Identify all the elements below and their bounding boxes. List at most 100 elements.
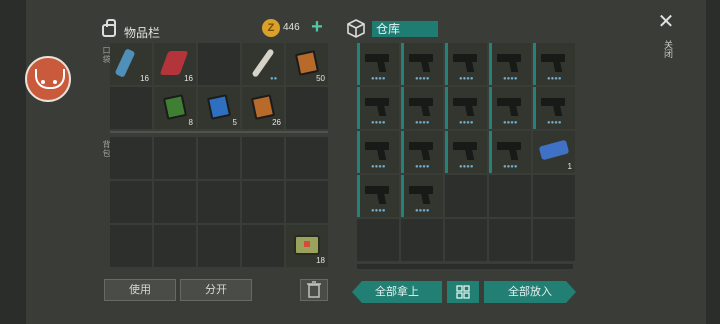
pistol-icon <box>453 96 479 118</box>
backpack-slot[interactable] <box>286 137 328 179</box>
pistol-icon <box>365 140 391 162</box>
backpack-slot[interactable] <box>242 225 284 267</box>
quality-dots: ●●●● <box>415 120 430 126</box>
warehouse-slot[interactable]: ●●●● <box>489 43 531 85</box>
pocket-slot[interactable]: 5 <box>198 87 240 129</box>
add-coins-button[interactable]: + <box>308 17 326 37</box>
warehouse-slot[interactable] <box>445 175 487 217</box>
backpack-slot[interactable] <box>154 225 196 267</box>
notebook-orange-icon <box>294 50 320 76</box>
pocket-slot[interactable]: ●● <box>242 43 284 85</box>
warehouse-slot[interactable]: ●●●● <box>533 43 575 85</box>
pistol-icon <box>497 140 523 162</box>
water-bottle-icon <box>114 48 136 78</box>
warehouse-scroll-area[interactable] <box>357 264 573 269</box>
take-all-button[interactable]: 全部拿上 <box>352 281 442 303</box>
quality-dots: ●●●● <box>459 164 474 170</box>
item-quantity: 16 <box>140 74 149 83</box>
pocket-slot[interactable] <box>286 87 328 129</box>
backpack-slot[interactable]: 18 <box>286 225 328 267</box>
durability-bar <box>489 43 492 85</box>
pistol-icon <box>453 52 479 74</box>
pistol-icon <box>541 52 567 74</box>
quality-dots: ●●●● <box>371 120 386 126</box>
close-label[interactable]: 关闭 <box>662 40 675 58</box>
backpack-slot[interactable] <box>198 225 240 267</box>
item-quantity: 26 <box>272 118 281 127</box>
green-book-icon <box>162 94 188 120</box>
quality-dots: ●●●● <box>371 208 386 214</box>
warehouse-slot[interactable]: ●●●● <box>401 87 443 129</box>
backpack-grid: 18 <box>110 137 328 267</box>
backpack-slot[interactable] <box>110 181 152 223</box>
warehouse-slot[interactable]: 1 <box>533 131 575 173</box>
warehouse-slot[interactable]: ●●●● <box>401 175 443 217</box>
item-quantity: 5 <box>232 118 237 127</box>
pocket-slot[interactable]: 8 <box>154 87 196 129</box>
close-icon[interactable]: ✕ <box>656 12 676 32</box>
warehouse-slot[interactable]: ●●●● <box>445 131 487 173</box>
warehouse-slot[interactable]: ●●●● <box>533 87 575 129</box>
pocket-grid: 16 16 ●● 50 8 5 26 <box>110 43 328 129</box>
pocket-slot[interactable]: 16 <box>110 43 152 85</box>
left-bezel <box>0 0 26 324</box>
warehouse-slot[interactable] <box>489 175 531 217</box>
warehouse-slot[interactable] <box>489 219 531 261</box>
quality-dots: ●●●● <box>503 120 518 126</box>
quality-dots: ●●●● <box>459 120 474 126</box>
pistol-icon <box>365 184 391 206</box>
durability-bar <box>357 87 360 129</box>
warehouse-slot[interactable]: ●●●● <box>445 43 487 85</box>
pocket-slot[interactable]: 26 <box>242 87 284 129</box>
warehouse-slot[interactable]: ●●●● <box>357 43 399 85</box>
pocket-slot[interactable] <box>198 43 240 85</box>
right-bezel <box>706 0 720 324</box>
avatar-eye-icon <box>41 80 45 84</box>
split-button[interactable]: 分开 <box>180 279 252 301</box>
pocket-slot[interactable]: 16 <box>154 43 196 85</box>
backpack-slot[interactable] <box>242 137 284 179</box>
inventory-title: 物品栏 <box>124 26 161 40</box>
warehouse-slot[interactable]: ●●●● <box>445 87 487 129</box>
coin-icon: Z <box>262 19 280 37</box>
warehouse-slot[interactable]: ●●●● <box>489 87 531 129</box>
warehouse-slot[interactable] <box>445 219 487 261</box>
pocket-slot[interactable]: 50 <box>286 43 328 85</box>
pocket-slot[interactable] <box>110 87 152 129</box>
backpack-slot[interactable] <box>242 181 284 223</box>
backpack-slot[interactable] <box>198 137 240 179</box>
warehouse-slot[interactable] <box>401 219 443 261</box>
item-quantity: 8 <box>188 118 193 127</box>
item-quantity: 18 <box>316 256 325 265</box>
durability-bar <box>357 175 360 217</box>
put-all-button[interactable]: 全部放入 <box>484 281 576 303</box>
backpack-icon <box>100 18 120 38</box>
backpack-slot[interactable] <box>154 137 196 179</box>
warehouse-slot[interactable] <box>357 219 399 261</box>
use-button[interactable]: 使用 <box>104 279 176 301</box>
quality-dots: ●●●● <box>503 164 518 170</box>
durability-bar <box>489 131 492 173</box>
grid-sort-icon <box>456 285 470 299</box>
backpack-slot[interactable] <box>198 181 240 223</box>
warehouse-slot[interactable] <box>533 175 575 217</box>
item-quantity: 1 <box>567 162 572 171</box>
sort-grid-button[interactable] <box>447 281 479 303</box>
backpack-slot[interactable] <box>110 137 152 179</box>
trash-button[interactable] <box>300 279 328 301</box>
backpack-slot[interactable] <box>110 225 152 267</box>
warehouse-slot[interactable]: ●●●● <box>401 131 443 173</box>
warehouse-slot[interactable]: ●●●● <box>357 131 399 173</box>
backpack-slot[interactable] <box>286 181 328 223</box>
warehouse-slot[interactable]: ●●●● <box>401 43 443 85</box>
quality-dots: ●● <box>270 76 278 82</box>
backpack-slot[interactable] <box>154 181 196 223</box>
warehouse-slot[interactable]: ●●●● <box>489 131 531 173</box>
pistol-icon <box>453 140 479 162</box>
durability-bar <box>401 131 404 173</box>
warehouse-slot[interactable] <box>533 219 575 261</box>
blue-book-icon <box>206 94 232 120</box>
player-avatar[interactable] <box>25 56 71 102</box>
warehouse-slot[interactable]: ●●●● <box>357 175 399 217</box>
warehouse-slot[interactable]: ●●●● <box>357 87 399 129</box>
